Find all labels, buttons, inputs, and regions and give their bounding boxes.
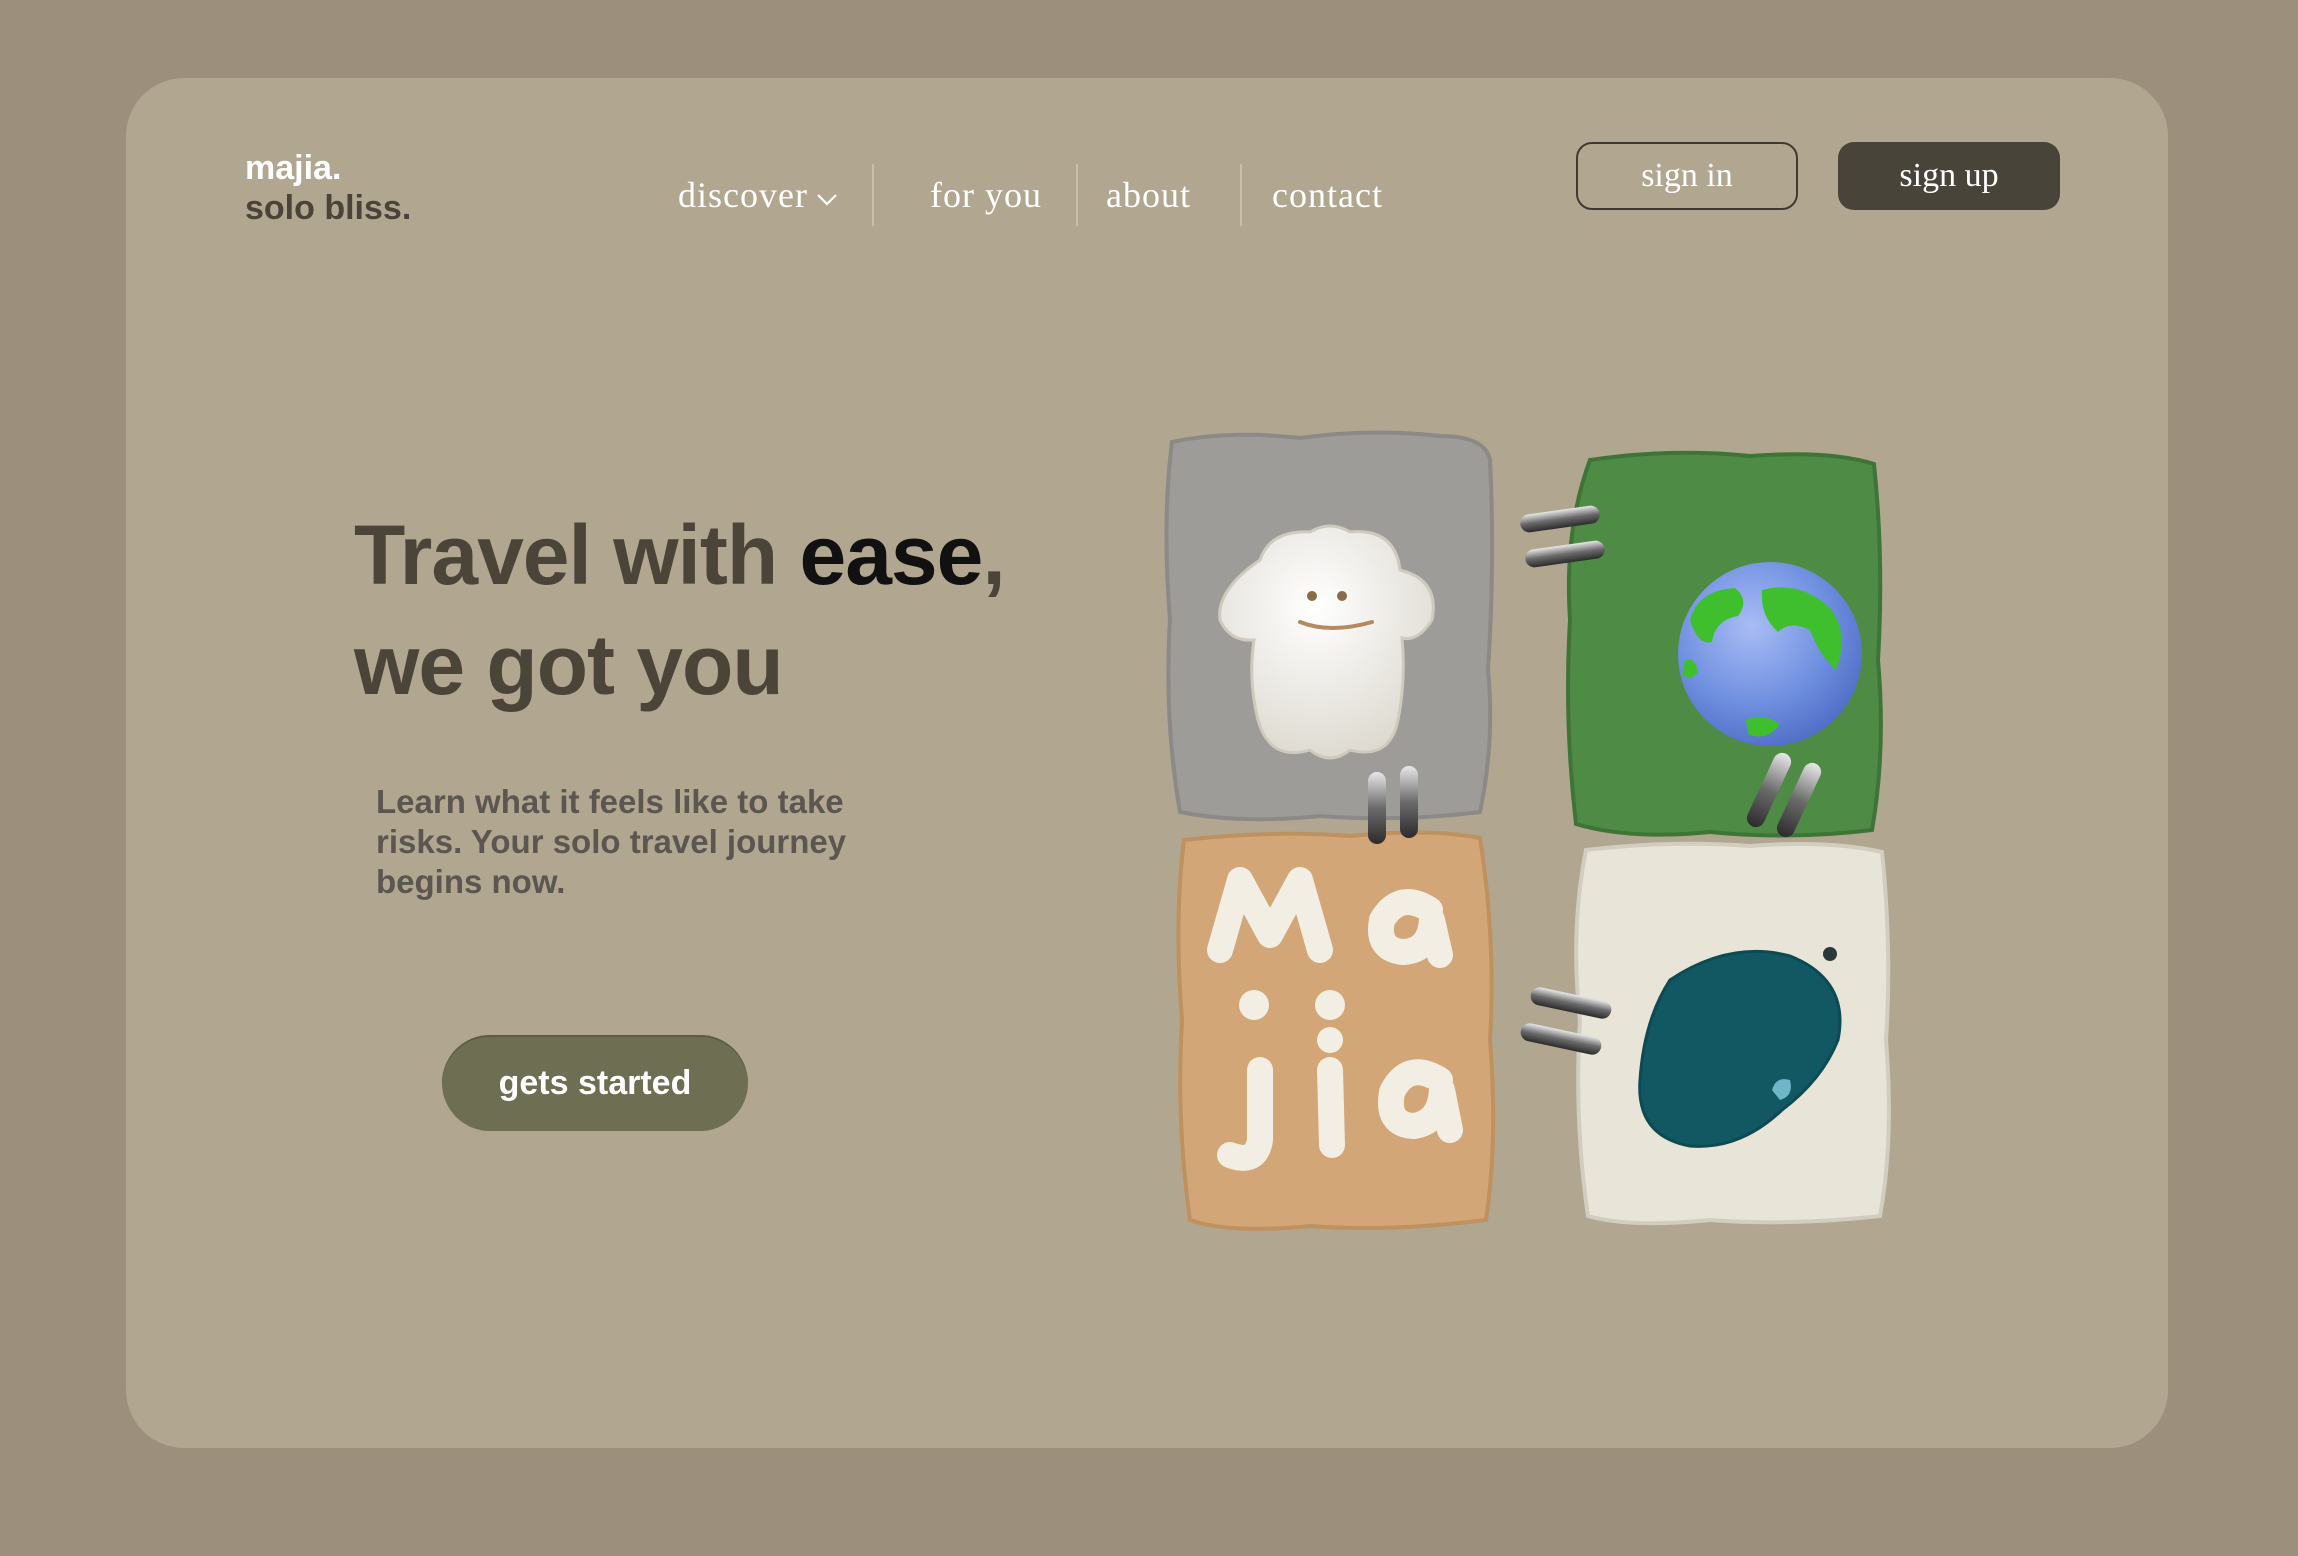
- nav-item-discover[interactable]: discover: [678, 160, 838, 230]
- hero-headline: Travel with ease, we got you: [354, 500, 1114, 720]
- headline-comma: ,: [982, 508, 1005, 602]
- get-started-button[interactable]: gets started: [442, 1035, 748, 1131]
- globe-icon: [1678, 562, 1862, 746]
- hero-illustration: [1150, 420, 2010, 1240]
- ghost-tile: [1164, 430, 1495, 822]
- sign-in-button[interactable]: sign in: [1576, 142, 1798, 210]
- blob-tile: [1574, 841, 1891, 1226]
- hero-subtitle: Learn what it feels like to take risks. …: [376, 783, 847, 900]
- headline-emphasis: ease: [799, 508, 984, 602]
- headline-text: Travel with: [354, 508, 800, 602]
- majia-letters-tile: [1176, 830, 1496, 1231]
- globe-tile: [1566, 450, 1883, 838]
- chevron-down-icon: [817, 193, 837, 206]
- nav-item-for-you[interactable]: for you: [930, 160, 1042, 230]
- nav-divider: [872, 164, 874, 226]
- nav-divider: [1240, 164, 1242, 226]
- nav-label-discover: discover: [678, 175, 808, 215]
- tiles-illustration: [1164, 430, 1891, 1231]
- headline-line2: we got you: [354, 618, 784, 712]
- nav-item-contact[interactable]: contact: [1272, 160, 1383, 230]
- nav-divider: [1076, 164, 1078, 226]
- nav-item-about[interactable]: about: [1106, 160, 1191, 230]
- sign-up-button[interactable]: sign up: [1838, 142, 2060, 210]
